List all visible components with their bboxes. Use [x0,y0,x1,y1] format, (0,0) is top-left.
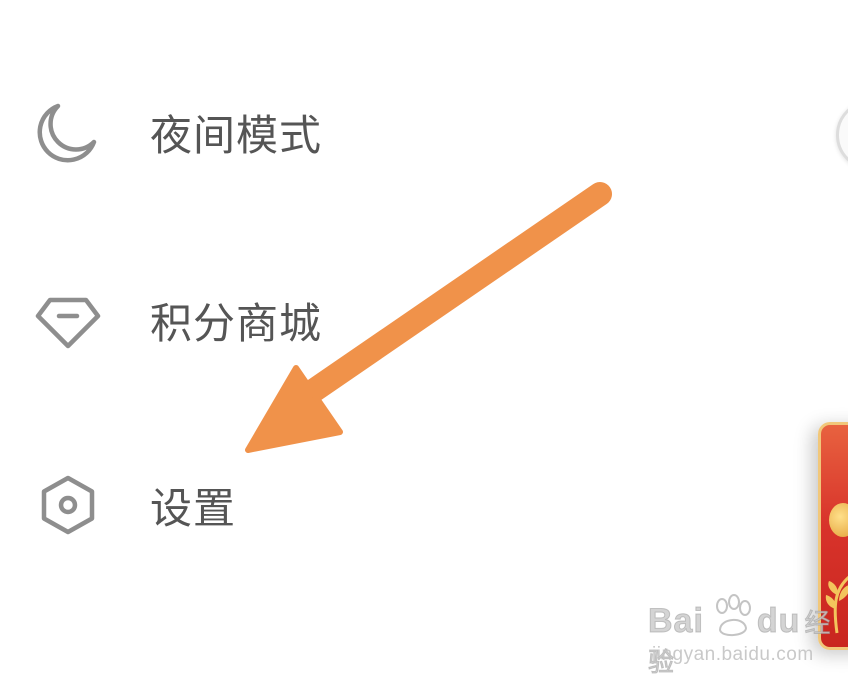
menu-item-night-mode[interactable]: 夜间模式 [0,72,560,192]
menu-item-label: 夜间模式 [150,110,323,160]
menu-item-label: 积分商城 [150,298,323,348]
menu-item-label: 设置 [150,483,237,533]
screen: 夜间模式 积分商城 设置 Bai du 经验 jingyan.baidu.com [0,0,848,684]
baidu-jingyan-watermark: Bai du 经验 jingyan.baidu.com [647,594,838,678]
watermark-logo-text: Bai du 经验 [647,602,838,680]
watermark-logo-latin: Bai du [647,602,801,641]
coin-icon [829,503,848,537]
settings-icon [34,471,102,539]
menu-item-settings[interactable]: 设置 [0,445,560,565]
night-mode-toggle[interactable] [836,100,848,170]
menu-item-points-mall[interactable]: 积分商城 [0,260,560,380]
diamond-icon [34,286,102,354]
moon-icon [34,98,102,166]
watermark-url: jingyan.baidu.com [652,644,814,665]
